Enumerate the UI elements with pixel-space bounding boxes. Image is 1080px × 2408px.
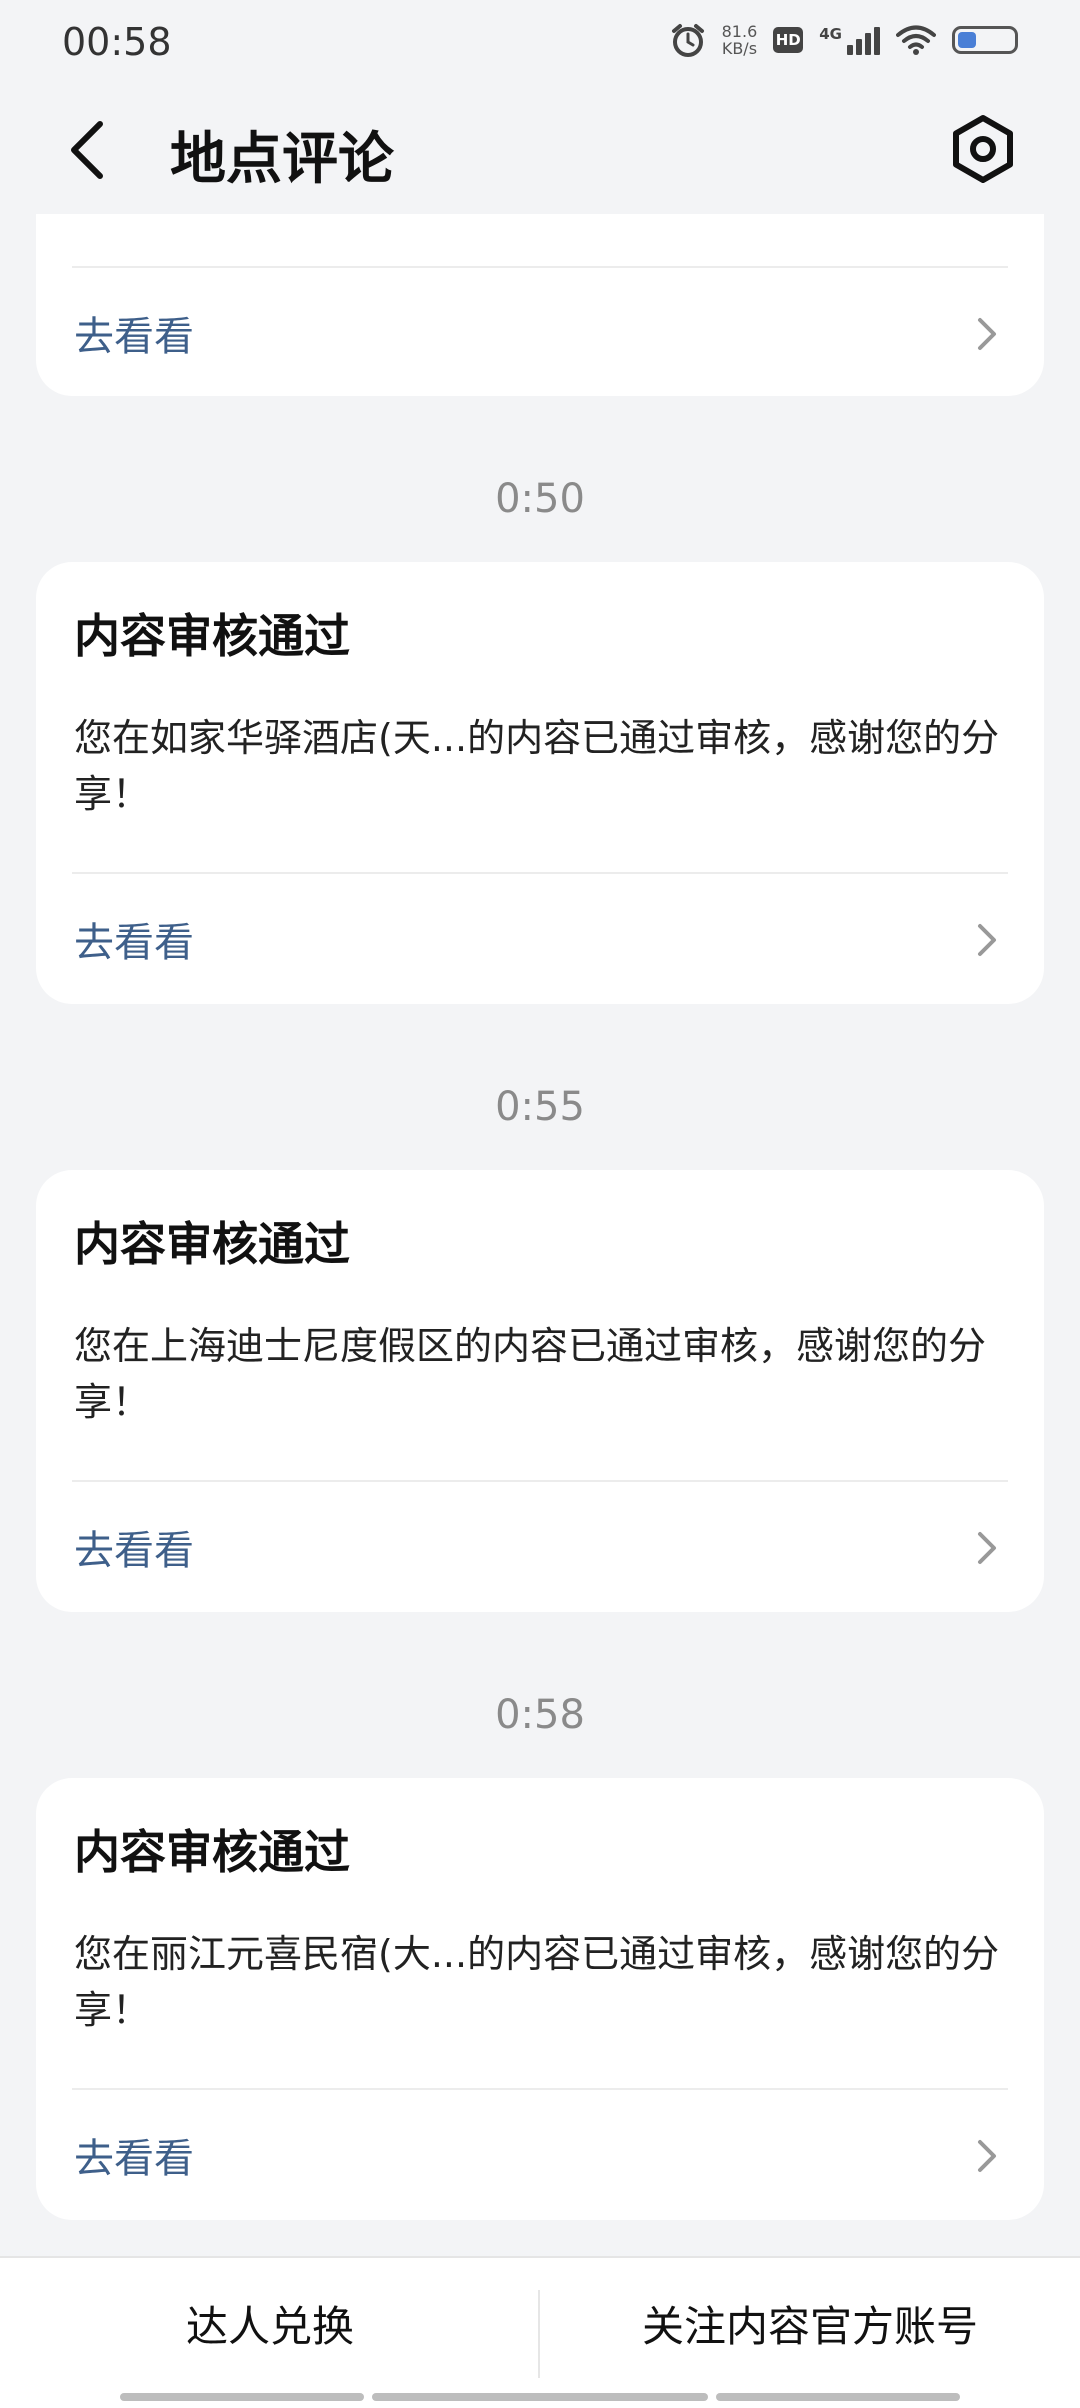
message-title: 内容审核通过 xyxy=(74,1825,350,1879)
view-details-label: 去看看 xyxy=(74,314,194,360)
message-timestamp: 0:55 xyxy=(495,1084,585,1130)
message-body: 您在上海迪士尼度假区的内容已通过审核，感谢您的分享！ xyxy=(74,1324,987,1424)
message-body: 您在如家华驿酒店(天...的内容已通过审核，感谢您的分享！ xyxy=(74,716,1000,816)
wifi-icon xyxy=(896,25,936,55)
battery-icon xyxy=(952,26,1018,54)
message-title: 内容审核通过 xyxy=(74,609,350,663)
network-type: 4G xyxy=(819,25,842,43)
chevron-right-icon xyxy=(978,318,996,350)
chevron-right-icon xyxy=(978,924,996,956)
network-speed-value: 81.6 xyxy=(721,22,758,41)
network-speed-unit: KB/s xyxy=(721,39,758,58)
message-card: 内容审核通过 您在上海迪士尼度假区的内容已通过审核，感谢您的分享！ 去看看 xyxy=(36,1170,1044,1612)
gesture-bar xyxy=(120,2393,364,2401)
status-time: 00:58 xyxy=(62,20,172,64)
gesture-bar xyxy=(372,2393,708,2401)
view-details-link[interactable]: 去看看 xyxy=(36,874,1044,1004)
bottom-action-bar: 达人兑换 关注内容官方账号 xyxy=(0,2256,1080,2408)
view-details-label: 去看看 xyxy=(74,2136,194,2182)
chevron-right-icon xyxy=(978,1532,996,1564)
message-timestamp: 0:50 xyxy=(495,476,585,522)
view-details-link[interactable]: 去看看 xyxy=(36,1482,1044,1612)
bottom-bar-divider xyxy=(538,2290,540,2378)
gesture-bar xyxy=(716,2393,960,2401)
follow-official-account-button[interactable]: 关注内容官方账号 xyxy=(540,2258,1080,2408)
alarm-icon xyxy=(671,24,704,57)
message-card: 内容审核通过 您在如家华驿酒店(天...的内容已通过审核，感谢您的分享！ 去看看 xyxy=(36,562,1044,1004)
message-timestamp: 0:58 xyxy=(495,1692,585,1738)
page-title: 地点评论 xyxy=(170,127,394,192)
status-bar: 00:58 81.6 KB/s HD 4G xyxy=(0,0,1080,84)
message-title: 内容审核通过 xyxy=(74,1217,350,1271)
message-card: 内容审核通过 您在丽江元喜民宿(大...的内容已通过审核，感谢您的分享！ 去看看 xyxy=(36,1778,1044,2220)
view-details-label: 去看看 xyxy=(74,1528,194,1574)
hd-icon: HD xyxy=(773,27,804,53)
chevron-right-icon xyxy=(978,2140,996,2172)
view-details-link[interactable]: 去看看 xyxy=(36,2090,1044,2220)
signal-icon: 4G xyxy=(819,25,880,55)
expert-exchange-button[interactable]: 达人兑换 xyxy=(0,2258,540,2408)
settings-hexagon-icon[interactable] xyxy=(948,114,1018,184)
status-icons: 81.6 KB/s HD 4G xyxy=(670,22,1018,58)
view-details-label: 去看看 xyxy=(74,920,194,966)
message-card: 去看看 xyxy=(36,214,1044,396)
network-speed: 81.6 KB/s xyxy=(722,23,758,57)
message-body: 您在丽江元喜民宿(大...的内容已通过审核，感谢您的分享！ xyxy=(74,1932,1000,2032)
view-details-link[interactable]: 去看看 xyxy=(36,268,1044,398)
back-arrow-icon[interactable] xyxy=(60,120,120,180)
app-header: 地点评论 xyxy=(0,84,1080,214)
message-list[interactable]: 去看看 0:50 内容审核通过 您在如家华驿酒店(天...的内容已通过审核，感谢… xyxy=(0,214,1080,2256)
